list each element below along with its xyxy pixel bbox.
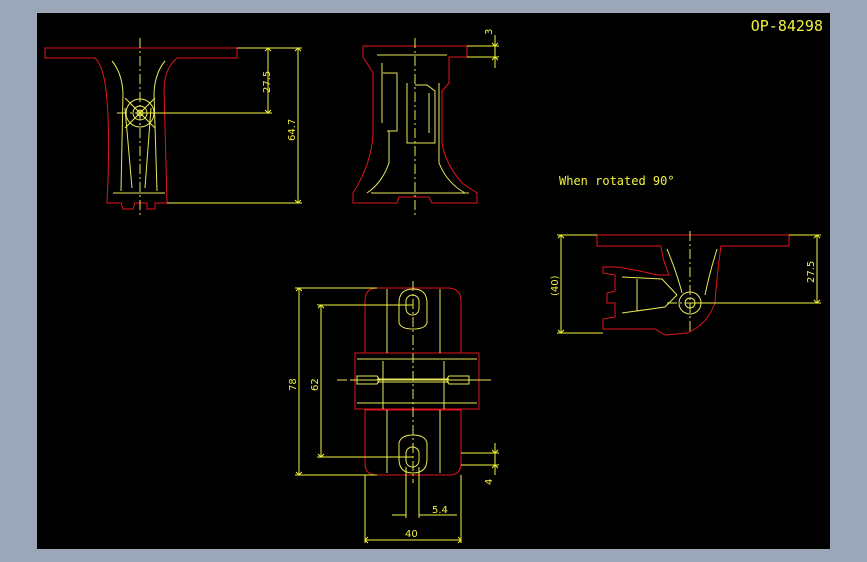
part-number-title: OP-84298 (751, 17, 823, 35)
plan-view-center-block (354, 352, 480, 410)
rotated-view-outline (596, 234, 790, 336)
plan-edge-offset-label: 4 (484, 479, 495, 485)
rotated-small-height-label: 27.5 (806, 261, 817, 283)
rotated-height-paren-label: (40) (550, 275, 561, 296)
plan-overall-width-label: 40 (405, 529, 418, 540)
cad-drawing-canvas: 27.5 64.7 3 OP-84298 When rotated 90° (4… (37, 13, 830, 549)
plan-view-dim-lines (295, 287, 499, 544)
plan-overall-height-label: 78 (288, 378, 299, 391)
plan-slot-pitch-label: 62 (310, 378, 321, 391)
rotated-view-dim-lines (557, 234, 821, 334)
drawing-svg: 27.5 64.7 3 OP-84298 When rotated 90° (4… (44, 17, 823, 544)
front-view-outline (44, 47, 238, 210)
rotated-note: When rotated 90° (559, 174, 675, 188)
front-view: 27.5 64.7 (44, 38, 302, 218)
side-view-dim-lines (467, 35, 499, 68)
plan-view-inner-detail (357, 289, 477, 473)
front-small-height-label: 27.5 (262, 71, 273, 93)
side-top-thickness-label: 3 (484, 29, 495, 35)
side-view: 3 (352, 29, 499, 218)
plan-view: 78 62 4 5.4 40 (288, 281, 499, 544)
rotated-view: (40) 27.5 (550, 231, 821, 336)
plan-slot-width-label: 5.4 (432, 505, 448, 516)
front-view-dim-lines (140, 47, 302, 204)
front-total-height-label: 64.7 (287, 119, 298, 141)
